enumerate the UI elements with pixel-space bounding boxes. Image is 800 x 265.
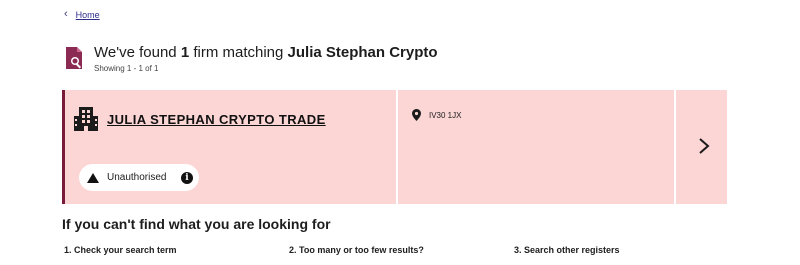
firm-postcode: IV30 1JX — [429, 110, 462, 120]
results-showing: Showing 1 - 1 of 1 — [94, 64, 159, 73]
firm-heading: JULIA STEPHAN CRYPTO TRADE — [74, 106, 326, 132]
chevron-left-icon: ‹ — [64, 8, 68, 20]
chevron-right-icon[interactable] — [697, 137, 711, 155]
breadcrumb-home-link[interactable]: Home — [76, 10, 100, 20]
results-query: Julia Stephan Crypto — [287, 44, 438, 61]
help-heading: If you can't find what you are looking f… — [62, 216, 331, 232]
firm-result-card[interactable]: JULIA STEPHAN CRYPTO TRADE Unauthorised … — [62, 90, 727, 204]
status-label: Unauthorised — [107, 172, 167, 183]
warning-icon — [87, 172, 99, 183]
help-step-1: 1. Check your search term — [64, 245, 177, 255]
firm-name-link[interactable]: JULIA STEPHAN CRYPTO TRADE — [107, 112, 326, 127]
firm-location-column: IV30 1JX — [398, 90, 676, 204]
help-step-3: 3. Search other registers — [514, 245, 620, 255]
results-count: 1 — [180, 44, 190, 61]
document-search-icon — [66, 47, 82, 69]
building-icon — [74, 107, 98, 131]
help-step-2: 2. Too many or too few results? — [289, 245, 424, 255]
location-pin-icon — [412, 109, 421, 121]
firm-main-column: JULIA STEPHAN CRYPTO TRADE Unauthorised … — [65, 90, 398, 204]
help-body-text-cutoff — [62, 259, 727, 265]
results-title: We've found 1 firm matching Julia Stepha… — [94, 44, 438, 61]
breadcrumb: ‹ Home — [64, 9, 100, 20]
firm-open-column[interactable] — [676, 90, 727, 204]
status-badge: Unauthorised i — [79, 164, 199, 191]
results-header: We've found 1 firm matching Julia Stepha… — [64, 44, 438, 73]
firm-location: IV30 1JX — [412, 109, 461, 121]
info-icon[interactable]: i — [181, 171, 193, 184]
results-text: We've found 1 firm matching Julia Stepha… — [94, 44, 438, 73]
